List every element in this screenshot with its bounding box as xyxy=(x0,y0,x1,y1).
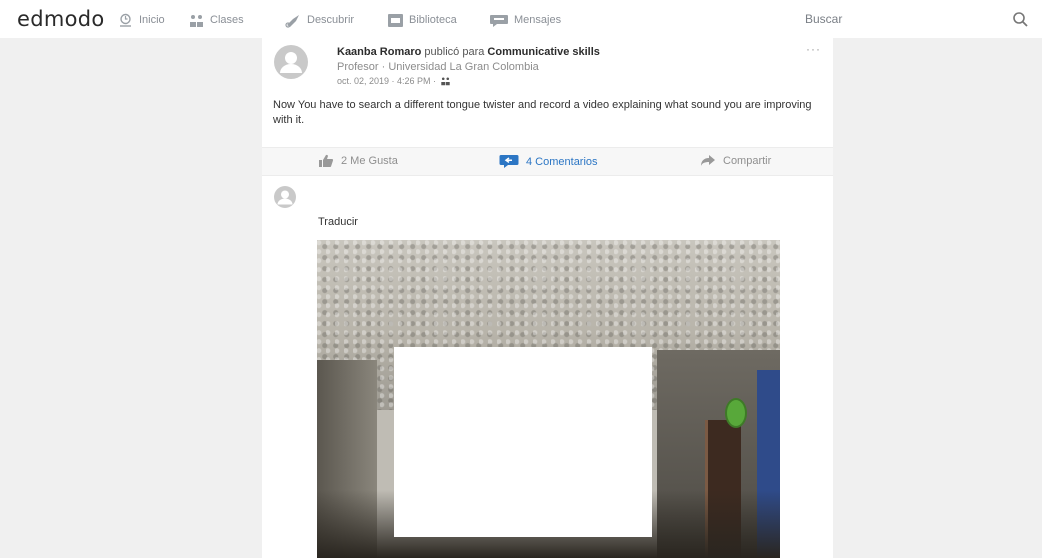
photo-wall-clock xyxy=(725,398,747,428)
comment-photo[interactable] xyxy=(317,240,780,558)
nav-label: Clases xyxy=(210,14,244,26)
post-card: Kaanba Romaro publicó para Communicative… xyxy=(262,38,833,558)
comments-button[interactable]: 4 Comentarios xyxy=(499,154,598,169)
nav-descubrir[interactable]: Descubrir xyxy=(284,11,354,29)
nav-label: Biblioteca xyxy=(409,14,457,26)
post-date-text: oct. 02, 2019 · 4:26 PM · xyxy=(337,76,437,86)
nav-label: Descubrir xyxy=(307,14,355,26)
nav-clases[interactable]: Clases xyxy=(188,11,244,29)
translate-link[interactable]: Traducir xyxy=(318,216,358,228)
home-icon xyxy=(120,13,131,27)
author-role: Profesor · Universidad La Gran Colombia xyxy=(337,61,539,73)
library-icon xyxy=(388,13,403,27)
search-input[interactable]: Buscar xyxy=(793,7,1038,31)
post-header: Kaanba Romaro publicó para Communicative… xyxy=(337,46,600,58)
top-navigation: edmodo Inicio Clases Descubrir Bibliotec… xyxy=(0,0,1042,38)
search-icon[interactable] xyxy=(1012,11,1028,27)
like-count: 2 Me Gusta xyxy=(341,155,398,167)
comments-count: 4 Comentarios xyxy=(526,155,598,168)
thumbs-up-icon xyxy=(319,154,334,168)
author-avatar[interactable] xyxy=(273,44,309,80)
edmodo-logo[interactable]: edmodo xyxy=(17,7,105,31)
nav-label: Mensajes xyxy=(514,14,562,26)
post-date: oct. 02, 2019 · 4:26 PM · xyxy=(337,76,451,86)
commenter-avatar[interactable] xyxy=(273,185,297,209)
search-placeholder: Buscar xyxy=(805,12,843,26)
redacted-area xyxy=(394,347,652,537)
posted-for-text: publicó para xyxy=(424,46,485,58)
classes-icon xyxy=(441,77,450,86)
nav-biblioteca[interactable]: Biblioteca xyxy=(387,11,457,29)
classes-icon xyxy=(190,14,203,27)
nav-label: Inicio xyxy=(139,14,165,26)
share-button[interactable]: Compartir xyxy=(700,154,771,167)
group-name[interactable]: Communicative skills xyxy=(487,46,600,58)
rocket-icon xyxy=(285,14,299,28)
like-button[interactable]: 2 Me Gusta xyxy=(318,154,398,168)
post-body: Now You have to search a different tongu… xyxy=(273,99,812,126)
nav-mensajes[interactable]: Mensajes xyxy=(489,11,561,29)
share-label: Compartir xyxy=(723,154,772,167)
author-name[interactable]: Kaanba Romaro xyxy=(337,46,421,58)
more-options-button[interactable]: ··· xyxy=(806,42,821,56)
post-actions-bar: 2 Me Gusta 4 Comentarios Compartir xyxy=(262,147,833,176)
messages-icon xyxy=(490,14,508,27)
share-icon xyxy=(701,155,715,166)
comment-icon xyxy=(499,155,519,168)
nav-inicio[interactable]: Inicio xyxy=(117,11,165,29)
